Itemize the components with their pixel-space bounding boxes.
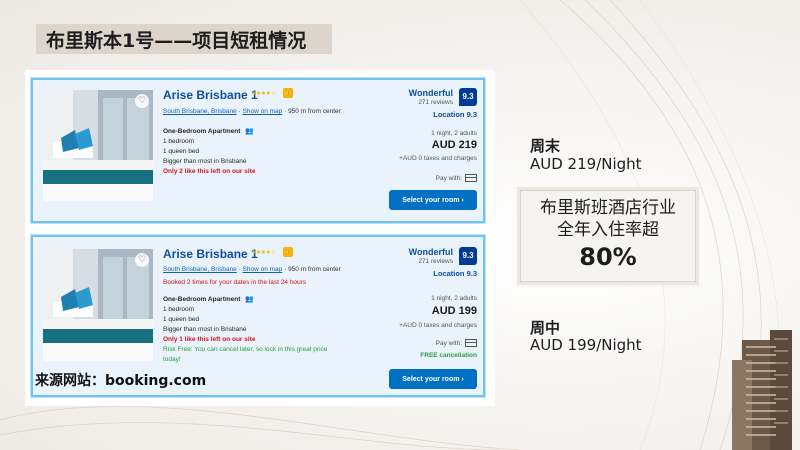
- stay-summary: 1 night, 2 adults: [431, 295, 477, 302]
- room-type: One-Bedroom Apartment: [163, 128, 241, 135]
- hotel-photo[interactable]: ♡: [43, 249, 153, 361]
- weekend-price: AUD 219/Night: [530, 155, 642, 173]
- source-label: 来源网站：booking.com: [35, 370, 207, 390]
- hotel-name-link[interactable]: Arise Brisbane 1: [163, 88, 258, 102]
- review-word: Wonderful: [408, 88, 453, 98]
- scarcity-note: Only 1 like this left on our site: [163, 336, 256, 343]
- booking-screenshot: ♡ Arise Brisbane 1 ★★★★☆ 👍 South Brisban…: [25, 70, 495, 406]
- listing-card[interactable]: ♡ Arise Brisbane 1 ★★★★☆ 👍 South Brisban…: [31, 78, 485, 223]
- room-details: One-Bedroom Apartment 👥 1 bedroom 1 queen…: [163, 127, 255, 177]
- slide-title: 布里斯本1号——项目短租情况: [36, 24, 332, 54]
- show-on-map-link[interactable]: Show on map: [243, 108, 283, 115]
- review-word: Wonderful: [408, 247, 453, 257]
- review-count[interactable]: 271 reviews: [418, 258, 453, 265]
- credit-card-icon: [465, 174, 477, 182]
- select-room-label: Select your room: [402, 196, 460, 204]
- booked-recently-note: Booked 2 times for your dates in the las…: [163, 279, 307, 286]
- select-room-button[interactable]: Select your room ›: [389, 190, 477, 210]
- distance-text: 950 m from center: [288, 266, 341, 273]
- bedroom-image: [43, 249, 153, 361]
- bedroom-image: [43, 90, 153, 201]
- select-room-label: Select your room: [402, 375, 460, 383]
- room-line: 1 queen bed: [163, 148, 200, 155]
- hotel-name-link[interactable]: Arise Brisbane 1: [163, 247, 258, 261]
- pay-with: Pay with:: [436, 174, 477, 182]
- pay-with: Pay with:: [436, 339, 477, 347]
- star-rating-icon: ★★★★☆: [251, 249, 276, 256]
- location-score: Location 9.3: [433, 269, 477, 278]
- heart-icon[interactable]: ♡: [135, 253, 149, 267]
- scarcity-note: Only 2 like this left on our site: [163, 168, 256, 175]
- room-line: 1 bedroom: [163, 138, 195, 145]
- people-icon: 👥: [245, 296, 255, 303]
- area-link[interactable]: South Brisbane, Brisbane: [163, 108, 237, 115]
- room-line: 1 queen bed: [163, 316, 200, 323]
- hotel-photo[interactable]: ♡: [43, 90, 153, 201]
- taxes-note: +AUD 0 taxes and charges: [399, 322, 477, 329]
- risk-free-note: Risk Free: You can cancel later, so lock…: [163, 346, 328, 353]
- credit-card-icon: [465, 339, 477, 347]
- heart-icon[interactable]: ♡: [135, 94, 149, 108]
- people-icon: 👥: [245, 128, 255, 135]
- room-line: 1 bedroom: [163, 306, 195, 313]
- building-illustration: [732, 330, 792, 450]
- location-row: South Brisbane, Brisbane · Show on map ·…: [163, 108, 341, 115]
- area-link[interactable]: South Brisbane, Brisbane: [163, 266, 237, 273]
- occupancy-line1: 布里斯班酒店行业: [540, 198, 676, 218]
- chevron-right-icon: ›: [459, 375, 464, 383]
- occupancy-value: 80%: [579, 243, 637, 271]
- free-cancellation-note: FREE cancellation: [420, 352, 477, 359]
- room-type: One-Bedroom Apartment: [163, 296, 241, 303]
- price: AUD 219: [431, 139, 477, 151]
- weekend-label: 周末: [530, 137, 561, 155]
- taxes-note: +AUD 0 taxes and charges: [399, 155, 477, 162]
- room-line: Bigger than most in Brisbane: [163, 326, 247, 333]
- stay-summary: 1 night, 2 adults: [431, 130, 477, 137]
- pay-with-label: Pay with:: [435, 339, 462, 347]
- review-score-badge: 9.3: [459, 88, 477, 106]
- occupancy-line2: 全年入住率超: [557, 220, 659, 240]
- weekday-price: AUD 199/Night: [530, 336, 642, 354]
- risk-free-note-cont: today!: [163, 356, 181, 363]
- show-on-map-link[interactable]: Show on map: [243, 266, 283, 273]
- location-score: Location 9.3: [433, 110, 477, 119]
- pay-with-label: Pay with:: [435, 174, 462, 182]
- room-details: One-Bedroom Apartment 👥 1 bedroom 1 queen…: [163, 295, 327, 365]
- star-rating-icon: ★★★★☆: [251, 90, 276, 97]
- occupancy-callout: 布里斯班酒店行业 全年入住率超 80%: [520, 190, 696, 282]
- price: AUD 199: [431, 305, 477, 317]
- thumbs-up-icon: 👍: [283, 88, 293, 98]
- weekday-label: 周中: [530, 319, 561, 337]
- review-count[interactable]: 271 reviews: [418, 99, 453, 106]
- review-score-badge: 9.3: [459, 247, 477, 265]
- distance-text: 950 m from center: [288, 108, 341, 115]
- thumbs-up-icon: 👍: [283, 247, 293, 257]
- chevron-right-icon: ›: [459, 196, 464, 204]
- location-row: South Brisbane, Brisbane · Show on map ·…: [163, 266, 341, 273]
- room-line: Bigger than most in Brisbane: [163, 158, 247, 165]
- select-room-button[interactable]: Select your room ›: [389, 369, 477, 389]
